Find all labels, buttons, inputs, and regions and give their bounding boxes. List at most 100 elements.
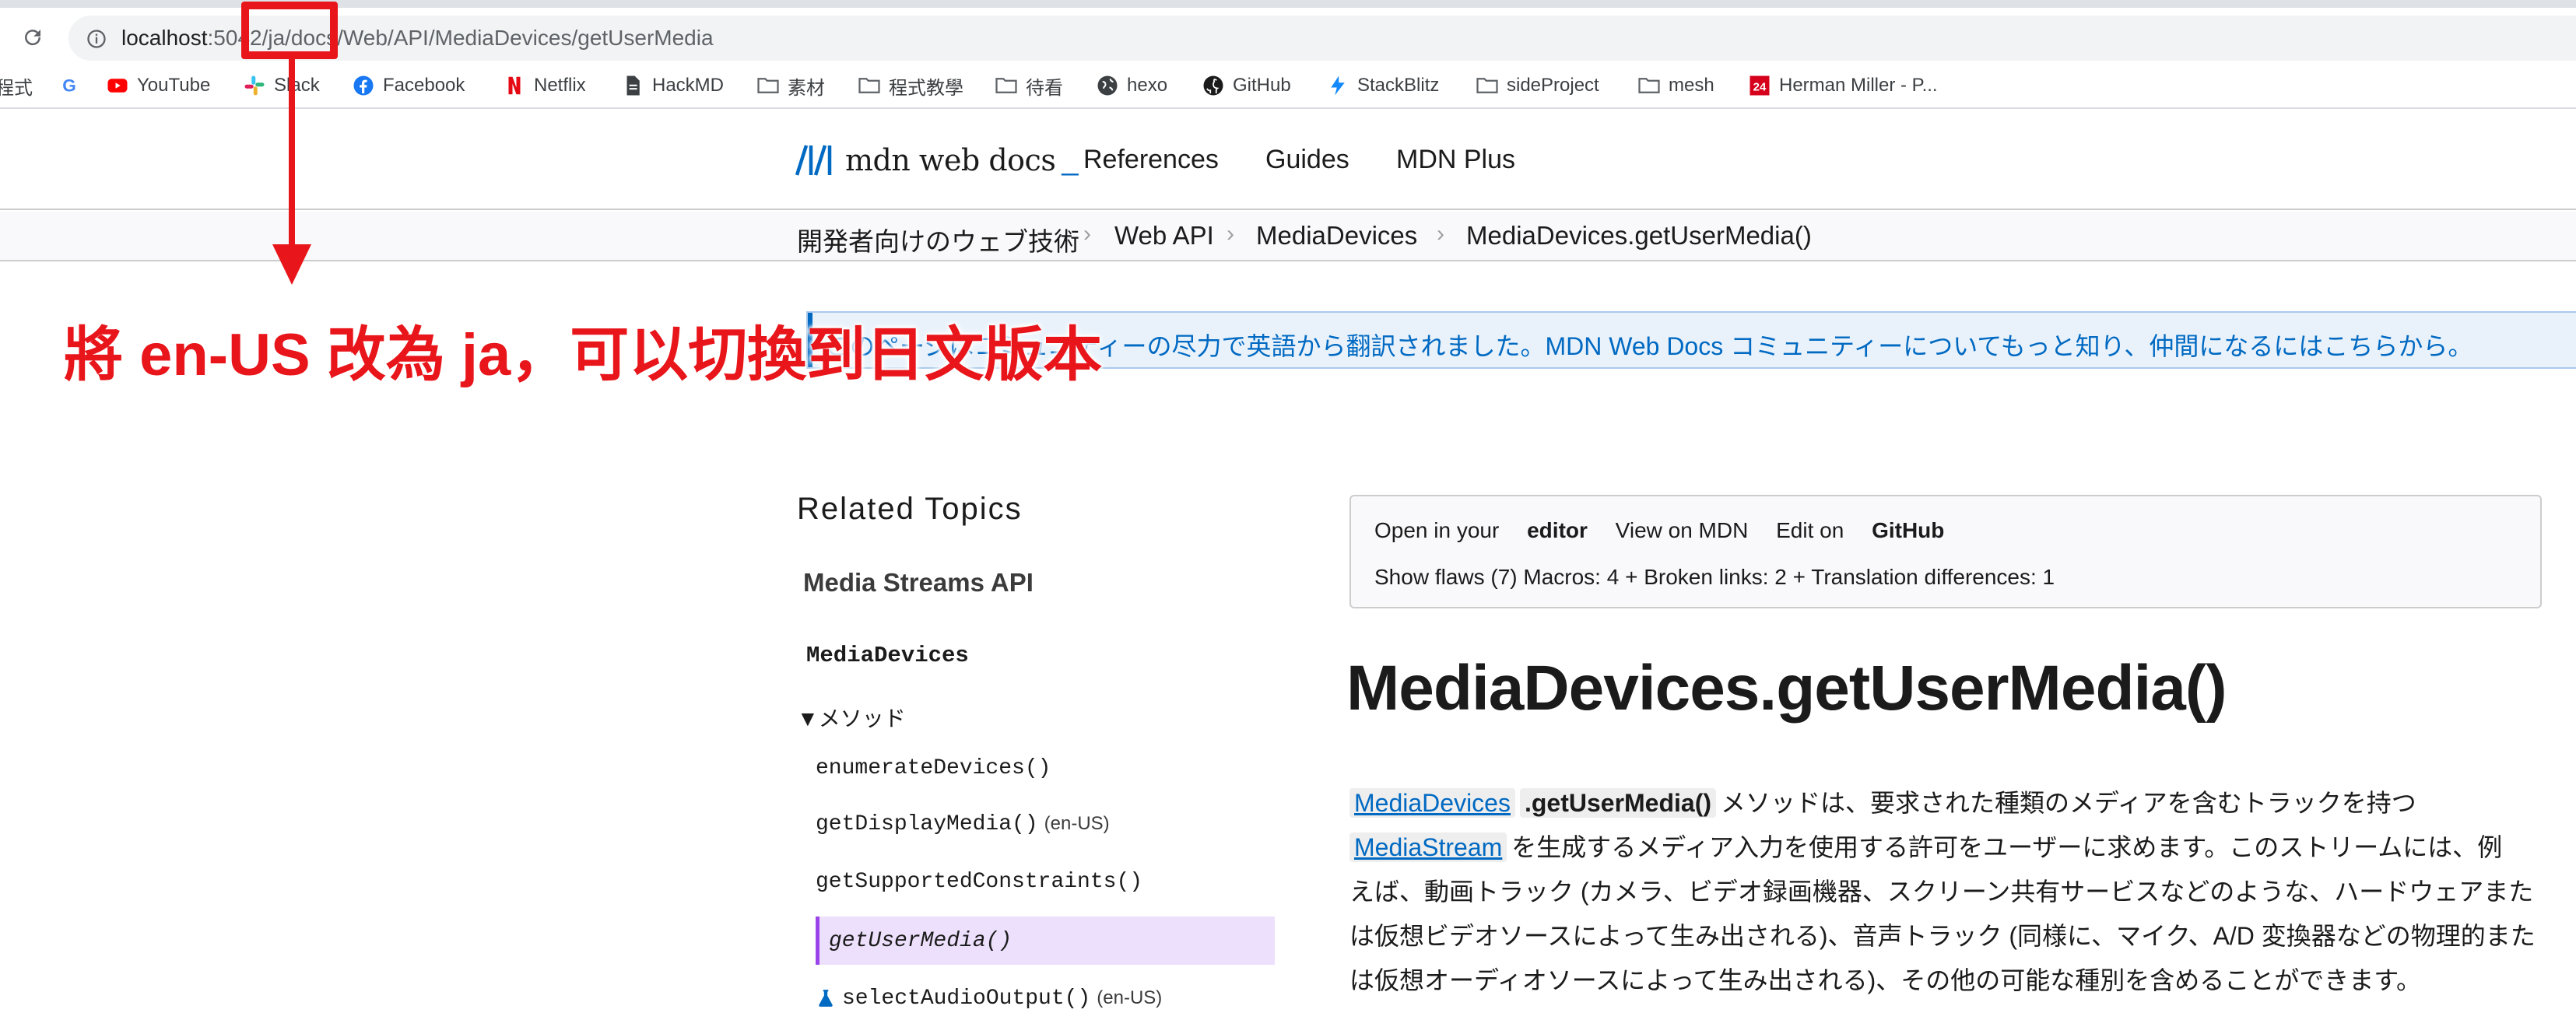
bookmark-folder-sideproject[interactable]: sideProject — [1476, 72, 1599, 100]
article-intro: MediaDevices .getUserMedia() メソッドは、要求された種類… — [1349, 781, 2548, 1003]
mdn-header: mdn web docs _ References Guides MDN Plu… — [0, 110, 2576, 210]
bookmark-label: GitHub — [1233, 75, 1291, 96]
sidebar-item-label: getUserMedia() — [829, 928, 1013, 953]
chevron-right-icon: › — [1083, 221, 1091, 247]
google-icon: G — [62, 76, 76, 96]
bookmark-label: Herman Miller - P... — [1779, 75, 1938, 96]
bookmark-label: Netflix — [534, 75, 586, 96]
svg-text:24: 24 — [1753, 80, 1767, 93]
open-bold: editor — [1527, 518, 1588, 542]
sidebar-item-label: getDisplayMedia() — [816, 811, 1038, 836]
intro-text: は仮想ビデオソースによって生み出される)、音声トラック (同様に、マイク、A/D… — [1349, 922, 2536, 950]
document-icon — [626, 75, 640, 96]
sidebar-methods-toggle[interactable]: ▼メソッド — [797, 702, 906, 733]
sidebar-item-lang: (en-US) — [1097, 987, 1163, 1008]
chevron-right-icon: › — [1437, 221, 1444, 247]
svg-text:G: G — [62, 76, 76, 96]
bookmark-label: 待看 — [1026, 77, 1063, 99]
bookmark-hackmd[interactable]: HackMD — [621, 72, 724, 100]
sidebar-interface-link[interactable]: MediaDevices — [806, 643, 969, 668]
bookmark-youtube[interactable]: YouTube — [106, 72, 210, 100]
address-bar[interactable]: localhost:5042/ja/docs/Web/API/MediaDevi… — [68, 16, 2576, 61]
bookmark-label: 程式 — [0, 77, 33, 99]
bookmark-google[interactable]: G — [58, 72, 81, 100]
bookmark-folder-tutorials[interactable]: 程式教學 — [858, 72, 963, 100]
bookmark-folder-mesh[interactable]: mesh — [1637, 72, 1714, 100]
intro-text: えば、動画トラック (カメラ、ビデオ録画機器、スクリーン共有サービスなどのような… — [1349, 878, 2534, 906]
bookmark-label: 素材 — [788, 77, 825, 99]
edit-bold: GitHub — [1872, 518, 1945, 542]
bookmark-label: mesh — [1669, 75, 1714, 96]
stackblitz-icon — [1331, 75, 1345, 96]
breadcrumb-item[interactable]: 開発者向けのウェブ技術 — [797, 221, 1079, 258]
sidebar-title: Related Topics — [797, 492, 1023, 526]
mdn-logo[interactable]: mdn web docs _ — [795, 143, 1078, 177]
github-icon — [1203, 75, 1223, 96]
mediadevices-link[interactable]: MediaDevices — [1349, 788, 1515, 818]
flask-icon — [819, 990, 833, 1007]
reload-icon — [25, 30, 41, 46]
breadcrumb-item[interactable]: Web API — [1114, 221, 1214, 251]
bookmark-herman-miller[interactable]: 24 Herman Miller - P... — [1748, 72, 1938, 100]
show-flaws-button[interactable]: Show flaws (7) Macros: 4 + Broken links:… — [1374, 565, 2055, 590]
bookmark-hexo[interactable]: hexo — [1096, 72, 1167, 100]
breadcrumb: 開発者向けのウェブ技術 › Web API › MediaDevices › M… — [0, 212, 2576, 261]
annotation-highlight-box — [241, 2, 338, 59]
open-prefix: Open in your — [1374, 518, 1506, 542]
herman-miller-icon: 24 — [1750, 75, 1770, 96]
chevron-right-icon: › — [1227, 221, 1234, 247]
edit-prefix: Edit on — [1776, 518, 1851, 542]
sidebar-item-getdisplaymedia[interactable]: getDisplayMedia() (en-US) — [816, 800, 1275, 848]
sidebar-item-lang: (en-US) — [1044, 813, 1110, 834]
folder-icon — [1638, 78, 1660, 93]
url-text[interactable]: localhost:5042/ja/docs/Web/API/MediaDevi… — [121, 25, 714, 51]
bookmark-label: 程式教學 — [889, 77, 963, 99]
edit-on-github-link[interactable]: Edit on GitHub — [1776, 518, 1944, 542]
info-icon[interactable] — [86, 28, 107, 50]
bookmark-facebook[interactable]: Facebook — [352, 72, 465, 100]
facebook-icon — [353, 75, 374, 96]
folder-icon — [757, 78, 779, 93]
nav-references[interactable]: References — [1083, 145, 1219, 175]
method-code: .getUserMedia() — [1519, 788, 1717, 818]
bookmark-github[interactable]: GitHub — [1202, 72, 1291, 100]
bookmark-label: HackMD — [652, 75, 725, 96]
sidebar-item-getsupportedconstraints[interactable]: getSupportedConstraints() — [816, 857, 1275, 906]
bookmark-folder-watchlater[interactable]: 待看 — [995, 72, 1063, 100]
netflix-icon — [508, 76, 521, 95]
bookmark-netflix[interactable]: Netflix — [503, 72, 586, 100]
open-in-editor-button[interactable]: Open in your editor — [1374, 518, 1588, 542]
url-host: localhost — [121, 26, 208, 50]
breadcrumb-item[interactable]: MediaDevices — [1256, 221, 1417, 251]
nav-mdn-plus[interactable]: MDN Plus — [1396, 145, 1515, 175]
bookmark-stackblitz[interactable]: StackBlitz — [1326, 72, 1439, 100]
reload-button[interactable] — [17, 22, 48, 53]
bookmark-label: sideProject — [1507, 75, 1599, 96]
folder-icon — [995, 78, 1017, 93]
view-on-mdn-link[interactable]: View on MDN — [1616, 518, 1749, 542]
browser-toolbar: localhost:5042/ja/docs/Web/API/MediaDevi… — [0, 0, 2576, 62]
mdn-logo-icon — [795, 145, 832, 176]
sidebar-item-enumeratedevices[interactable]: enumerateDevices() — [816, 744, 1275, 792]
bookmark-label: Facebook — [383, 75, 465, 96]
youtube-icon — [107, 79, 128, 93]
bookmark-label: YouTube — [137, 75, 211, 96]
bookmark-folder-sozai[interactable]: 素材 — [756, 72, 825, 100]
bookmark-apps[interactable]: 程式 — [0, 72, 33, 100]
nav-guides[interactable]: Guides — [1265, 145, 1349, 175]
bookmark-label: StackBlitz — [1357, 75, 1440, 96]
breadcrumb-current[interactable]: MediaDevices.getUserMedia() — [1466, 221, 1812, 251]
sidebar-item-selectaudiooutput[interactable]: selectAudioOutput() (en-US) — [816, 974, 1275, 1022]
sidebar-api-link[interactable]: Media Streams API — [803, 568, 1034, 598]
annotation-arrow-icon — [272, 58, 311, 285]
intro-text: を生成するメディア入力を使用する許可をユーザーに求めます。このストリームには、例 — [1511, 833, 2503, 861]
sidebar-item-getusermedia[interactable]: getUserMedia() — [816, 917, 1275, 965]
annotation-text: 將 en-US 改為 ja，可以切換到日文版本 — [64, 322, 1103, 388]
intro-text: は仮想オーディオソースによって生み出される)、その他の可能な種別を含めることがで… — [1349, 966, 2422, 994]
intro-text: メソッドは、要求された種類のメディアを含むトラックを持つ — [1721, 789, 2416, 817]
folder-icon — [1476, 78, 1498, 93]
mdn-logo-text: mdn web docs — [845, 143, 1056, 177]
folder-icon — [858, 78, 880, 93]
mediastream-link[interactable]: MediaStream — [1349, 832, 1507, 862]
sidebar-item-label: getSupportedConstraints() — [816, 869, 1143, 894]
